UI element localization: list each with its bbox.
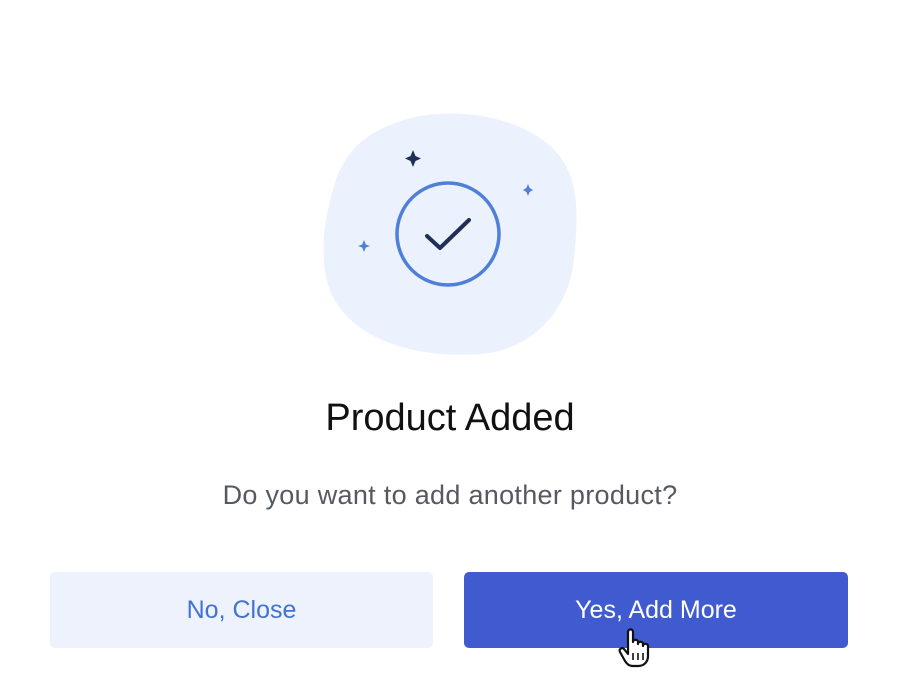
success-illustration-svg (323, 113, 577, 355)
illustration-blob-background (323, 113, 577, 355)
no-close-button-label: No, Close (186, 595, 297, 624)
dialog-message: Do you want to add another product? (222, 480, 678, 510)
success-illustration (320, 108, 580, 358)
product-added-dialog: Product Added Do you want to add another… (0, 0, 900, 700)
yes-add-more-button-label: Yes, Add More (575, 595, 737, 624)
no-close-button[interactable]: No, Close (50, 572, 433, 648)
dialog-title: Product Added (325, 397, 575, 439)
yes-add-more-button[interactable]: Yes, Add More (464, 572, 848, 648)
